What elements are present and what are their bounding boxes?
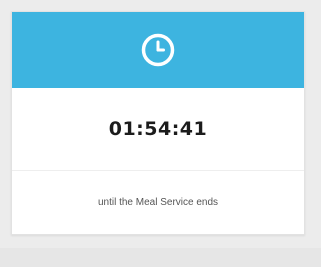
timer-section: 01:54:41 <box>12 88 304 171</box>
clock-icon <box>141 33 175 67</box>
meal-service-countdown-card: 01:54:41 until the Meal Service ends <box>11 11 305 235</box>
caption-section: until the Meal Service ends <box>12 171 304 234</box>
page: 01:54:41 until the Meal Service ends <box>0 0 321 267</box>
countdown-timer: 01:54:41 <box>108 118 208 140</box>
card-header <box>12 12 304 88</box>
bottom-strip <box>0 248 321 267</box>
countdown-caption: until the Meal Service ends <box>97 197 219 208</box>
